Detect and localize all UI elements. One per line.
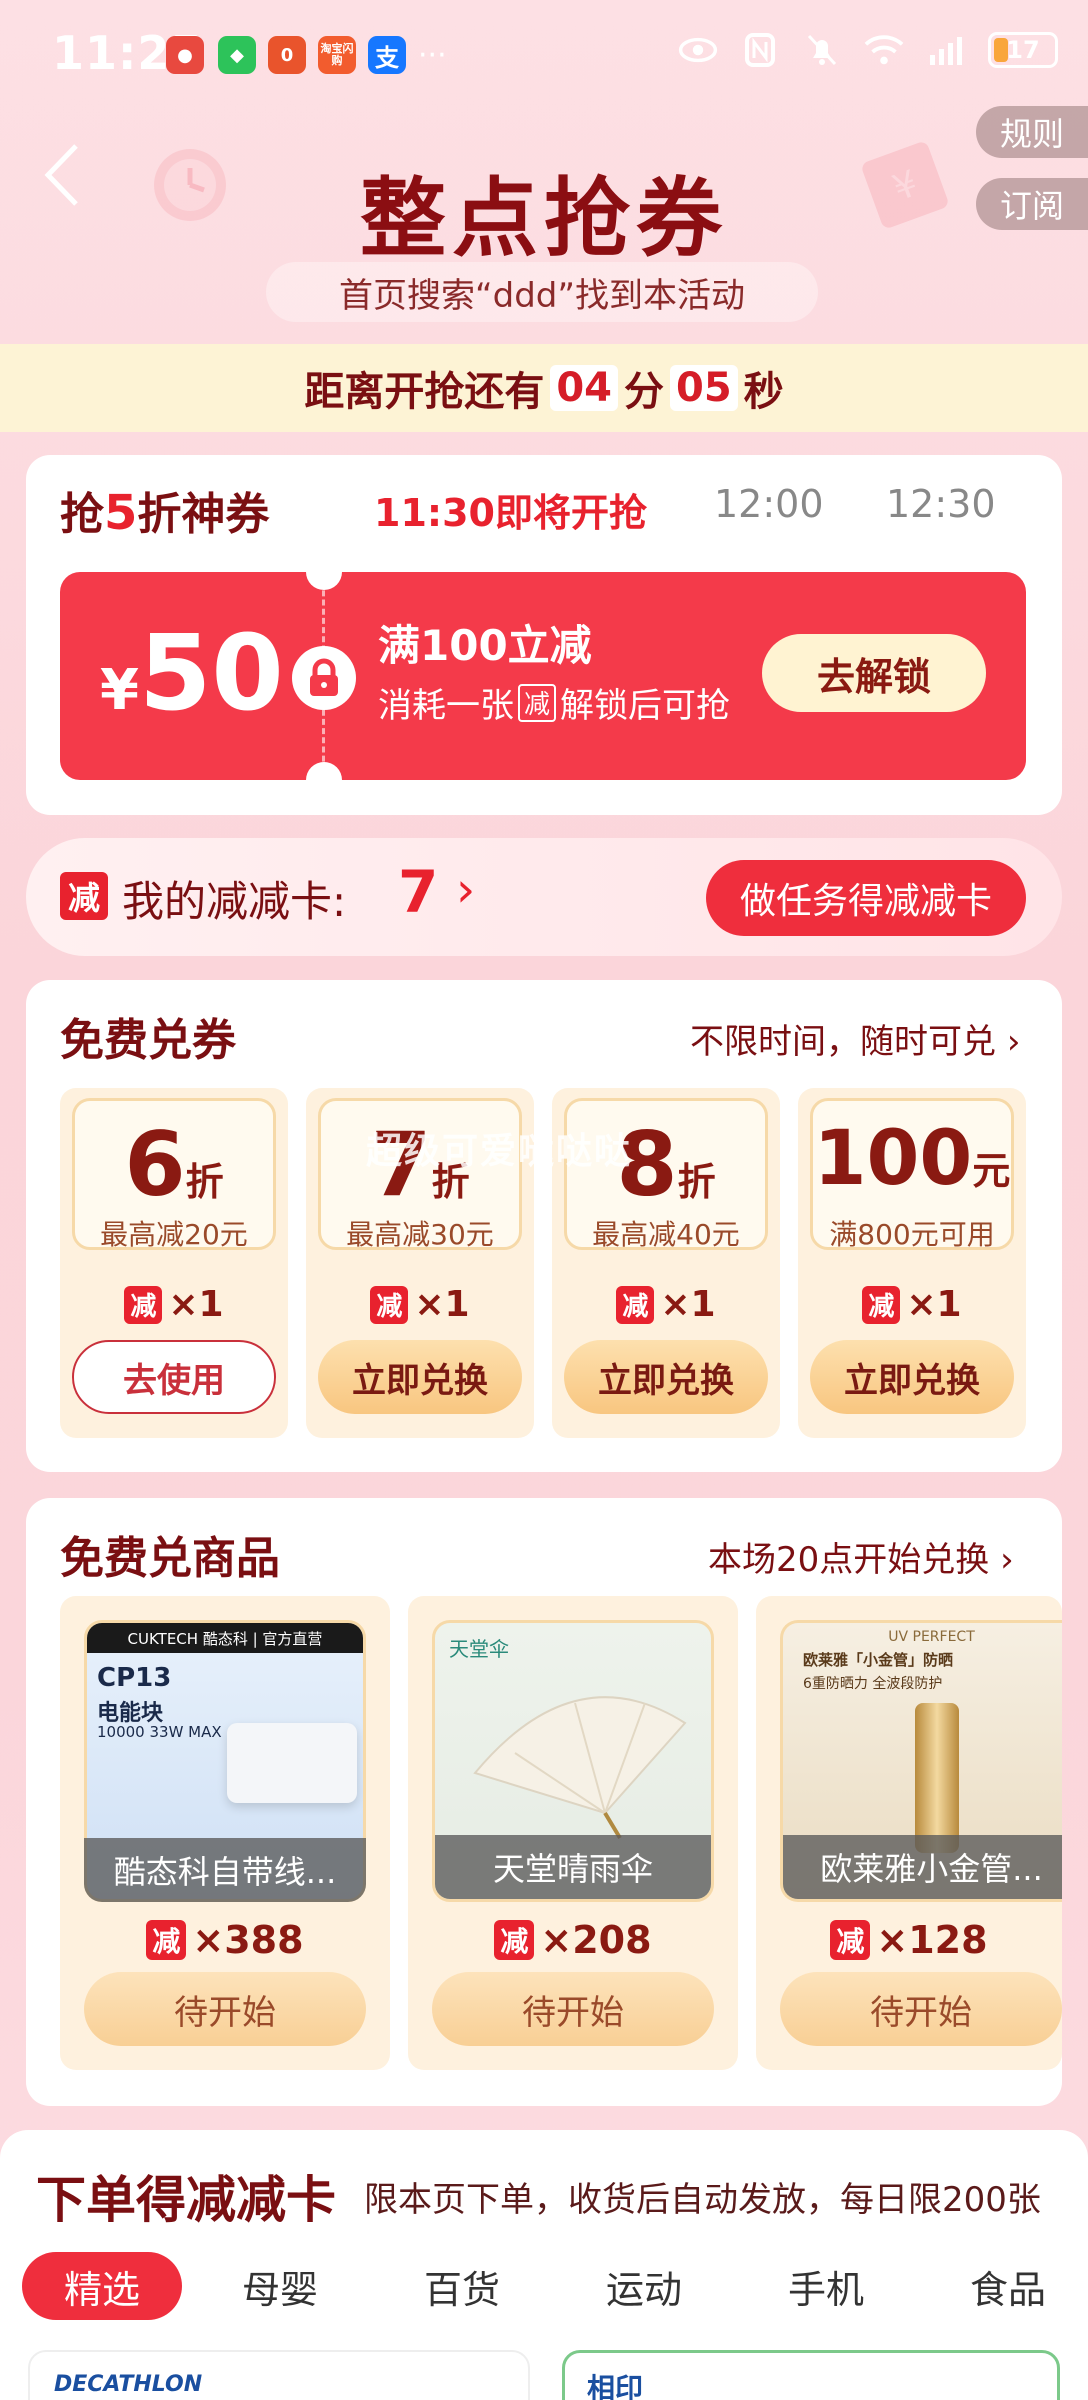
flash-coupon-title: 抢5折神券 bbox=[60, 485, 270, 541]
tab-1130[interactable]: 11:30即将开抢 bbox=[374, 482, 647, 537]
coupon-condition: 满100立减 bbox=[378, 621, 592, 670]
my-card-label: 我的减减卡: bbox=[122, 877, 347, 926]
free-goods-title: 免费兑商品 bbox=[60, 1533, 280, 1584]
goods-name: 欧莱雅小金管... bbox=[783, 1835, 1062, 1899]
tab-general[interactable]: 百货 bbox=[402, 2252, 522, 2320]
wifi-icon bbox=[864, 33, 904, 67]
jian-card-icon: 减 bbox=[60, 872, 108, 920]
tab-baby[interactable]: 母婴 bbox=[220, 2252, 340, 2320]
pending-button[interactable]: 待开始 bbox=[84, 1972, 366, 2046]
tab-sports[interactable]: 运动 bbox=[584, 2252, 704, 2320]
more-notifications-icon: ··· bbox=[418, 38, 447, 73]
exchange-button[interactable]: 立即兑换 bbox=[318, 1340, 522, 1414]
chevron-right-icon: › bbox=[1000, 1540, 1014, 1580]
jian-card-icon: 减 bbox=[494, 1920, 535, 1960]
goods-name: 天堂晴雨伞 bbox=[435, 1835, 711, 1899]
app-notification-icon: ● bbox=[166, 36, 204, 74]
goods-item[interactable]: 天堂伞 天堂晴雨伞 减 ×208 待开始 bbox=[408, 1596, 738, 2070]
signal-4g-icon bbox=[926, 33, 966, 67]
wechat-icon: ◆ bbox=[218, 36, 256, 74]
page-title: 整点抢券 bbox=[360, 169, 728, 269]
chevron-right-icon: › bbox=[1006, 1022, 1021, 1062]
countdown-min-unit: 分 bbox=[624, 369, 664, 415]
goods-item[interactable]: CUKTECH 酷态科 | 官方直营 CP13 电能块 10000 33W MA… bbox=[60, 1596, 390, 2070]
jian-card-icon: 减 bbox=[146, 1920, 187, 1960]
exchange-button[interactable]: 立即兑换 bbox=[564, 1340, 768, 1414]
order-section-desc: 限本页下单，收货后自动发放，每日限200张 bbox=[364, 2180, 1041, 2220]
jian-card-icon: 减 bbox=[616, 1285, 655, 1324]
tab-phones[interactable]: 手机 bbox=[766, 2252, 886, 2320]
free-coupons-hint[interactable]: 不限时间，随时可兑 › bbox=[690, 1014, 1020, 1063]
battery-icon: 17 bbox=[988, 32, 1058, 68]
unlock-button[interactable]: 去解锁 bbox=[762, 634, 986, 712]
alipay-icon: 支 bbox=[368, 36, 406, 74]
goods-item[interactable]: UV PERFECT 欧莱雅「小金管」防晒 6重防晒力 全波段防护 欧莱雅小金管… bbox=[756, 1596, 1062, 2070]
status-bar: 11:25 ● ◆ 0 淘宝闪购 支 ··· 17 bbox=[0, 0, 1088, 110]
xiangyin-logo: 相印 bbox=[587, 2372, 644, 2400]
powerbank-image: CUKTECH 酷态科 | 官方直营 CP13 电能块 10000 33W MA… bbox=[84, 1620, 366, 1902]
jian-card-icon: 减 bbox=[518, 683, 556, 722]
exchange-button[interactable]: 立即兑换 bbox=[810, 1340, 1014, 1414]
umbrella-image: 天堂伞 天堂晴雨伞 bbox=[432, 1620, 714, 1902]
countdown-sec-unit: 秒 bbox=[743, 369, 784, 415]
flash-coupon-ticket: ¥50 满100立减 消耗一张 减 解锁后可抢 去解锁 bbox=[60, 572, 1026, 780]
subscribe-button[interactable]: 订阅 bbox=[976, 178, 1088, 230]
coupon-item: 100元 满800元可用 减 ×1 立即兑换 bbox=[798, 1088, 1026, 1438]
product-card[interactable]: DECATHLON bbox=[28, 2350, 530, 2400]
countdown-minutes: 04 bbox=[550, 365, 618, 411]
task-button[interactable]: 做任务得减减卡 bbox=[706, 860, 1026, 936]
order-section-title: 下单得减减卡 bbox=[36, 2171, 336, 2229]
tab-food[interactable]: 食品 bbox=[948, 2252, 1068, 2320]
product-card[interactable]: 相印 bbox=[562, 2350, 1060, 2400]
jian-card-icon: 减 bbox=[862, 1285, 901, 1324]
status-icons: 17 bbox=[678, 32, 1058, 68]
nfc-icon bbox=[740, 33, 780, 67]
app-notification-icon: 0 bbox=[268, 36, 306, 74]
lock-icon bbox=[292, 646, 356, 710]
coupon-item: 6折 最高减20元 减 ×1 去使用 bbox=[60, 1088, 288, 1438]
tab-1230[interactable]: 12:30 bbox=[886, 482, 996, 526]
coupon-unlock-desc: 消耗一张 减 解锁后可抢 bbox=[378, 678, 730, 727]
pending-button[interactable]: 待开始 bbox=[780, 1972, 1062, 2046]
free-coupons-title: 免费兑券 bbox=[60, 1015, 236, 1066]
countdown-seconds: 05 bbox=[670, 365, 738, 411]
coupon-amount: ¥50 bbox=[100, 612, 284, 734]
mute-icon bbox=[802, 33, 842, 67]
pending-button[interactable]: 待开始 bbox=[432, 1972, 714, 2046]
tab-1200[interactable]: 12:00 bbox=[714, 482, 824, 526]
countdown-prefix: 距离开抢还有 bbox=[304, 369, 545, 415]
chevron-right-icon[interactable]: › bbox=[456, 862, 475, 918]
taobao-flash-icon: 淘宝闪购 bbox=[318, 36, 356, 74]
jian-card-icon: 减 bbox=[370, 1285, 409, 1324]
use-button[interactable]: 去使用 bbox=[72, 1340, 276, 1414]
free-goods-hint[interactable]: 本场20点开始兑换 › bbox=[708, 1532, 1014, 1581]
sunscreen-image: UV PERFECT 欧莱雅「小金管」防晒 6重防晒力 全波段防护 欧莱雅小金管… bbox=[780, 1620, 1062, 1902]
tab-featured[interactable]: 精选 bbox=[22, 2252, 182, 2320]
jian-card-icon: 减 bbox=[124, 1285, 163, 1324]
rules-button[interactable]: 规则 bbox=[976, 106, 1088, 158]
eye-icon bbox=[678, 33, 718, 67]
jian-card-icon: 减 bbox=[830, 1920, 871, 1960]
countdown-bar: 距离开抢还有 04 分 05 秒 bbox=[0, 344, 1088, 432]
decathlon-logo: DECATHLON bbox=[54, 2372, 203, 2397]
watermark: 超级可爱哒哒哒 bbox=[366, 1131, 633, 1172]
my-card-count: 7 bbox=[398, 858, 439, 926]
search-hint: 首页搜索“ddd”找到本活动 bbox=[266, 262, 818, 322]
